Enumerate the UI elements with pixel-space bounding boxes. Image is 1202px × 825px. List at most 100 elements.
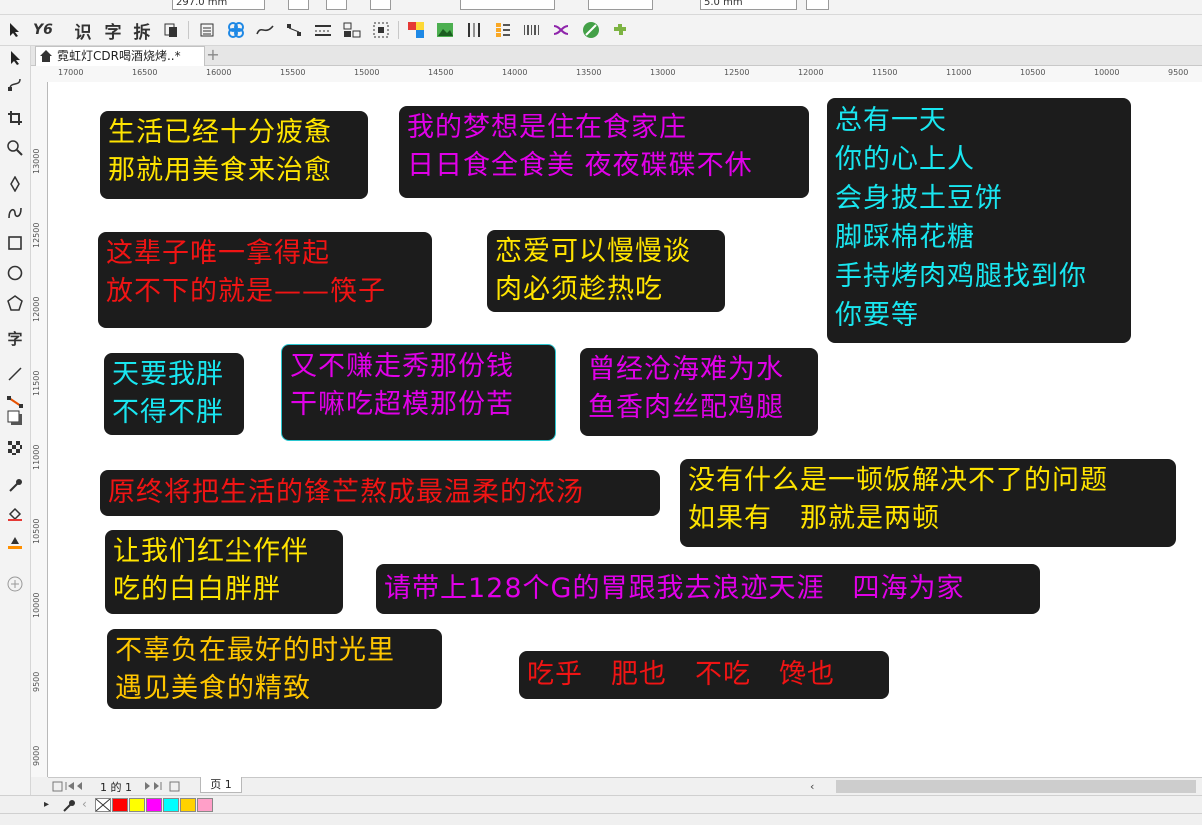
text-line: 干嘛吃超模那份苦 (290, 389, 514, 420)
freehand-tool-icon[interactable] (3, 172, 27, 196)
option-field[interactable] (326, 0, 347, 10)
drop-shadow-tool-icon[interactable] (3, 406, 27, 430)
vertical-ruler[interactable]: 13000 12500 12000 11500 11000 10500 10000 9500 9… (31, 82, 48, 777)
eyedropper-tool-icon[interactable] (3, 474, 27, 498)
leaf-icon[interactable] (580, 19, 602, 41)
pick-tool-icon[interactable] (4, 19, 26, 41)
puzzle-icon[interactable] (609, 19, 631, 41)
color-blocks-icon[interactable] (405, 19, 427, 41)
fill-tool-icon[interactable] (3, 502, 27, 526)
scroll-left-icon[interactable]: ‹ (810, 780, 814, 793)
select-frame-icon[interactable] (370, 19, 392, 41)
color-swatch[interactable] (146, 798, 162, 812)
lines-icon[interactable] (312, 19, 334, 41)
ruler-tick-label: 11500 (32, 370, 41, 396)
crop-tool-icon[interactable] (3, 106, 27, 130)
text-box[interactable]: 不辜负在最好的时光里 遇见美食的精致 (107, 629, 442, 709)
ruler-tick-label: 16000 (206, 68, 232, 77)
text-box[interactable]: 没有什么是一顿饭解决不了的问题 如果有 那就是两顿 (680, 459, 1176, 547)
pick-tool-icon[interactable] (3, 46, 27, 70)
arrange-icon[interactable] (341, 19, 363, 41)
char-button[interactable]: 字 (102, 19, 124, 43)
list-icon[interactable] (196, 19, 218, 41)
text-line: 鱼香肉丝配鸡腿 (588, 392, 784, 423)
horizontal-ruler[interactable]: 17000 16500 16000 15500 15000 14500 14000 13500… (48, 66, 1202, 83)
property-bar: 297.0 mm 5.0 mm (0, 0, 1202, 15)
ruler-tick-label: 14500 (428, 68, 454, 77)
palette-menu-icon[interactable]: ▸ (44, 799, 49, 810)
columns-icon[interactable] (463, 19, 485, 41)
pattern-icon[interactable] (225, 19, 247, 41)
image-icon[interactable] (434, 19, 456, 41)
first-page-icon[interactable] (52, 780, 82, 795)
artistic-media-icon[interactable] (3, 201, 27, 225)
outline-width-field[interactable]: 5.0 mm (700, 0, 797, 10)
width-field[interactable]: 297.0 mm (172, 0, 265, 10)
text-tool-icon[interactable]: 字 (3, 326, 27, 350)
text-box[interactable]: 总有一天 你的心上人 会身披土豆饼 脚踩棉花糖 手持烤肉鸡腿找到你 你要等 (827, 98, 1131, 343)
copy-icon[interactable] (160, 19, 182, 41)
transparency-tool-icon[interactable] (3, 436, 27, 460)
text-box[interactable]: 这辈子唯一拿得起 放不下的就是——筷子 (98, 232, 432, 328)
option-field[interactable] (288, 0, 309, 10)
text-line: 没有什么是一顿饭解决不了的问题 (688, 465, 1108, 496)
curve-icon[interactable] (254, 19, 276, 41)
color-swatch[interactable] (163, 798, 179, 812)
text-box[interactable]: 曾经沧海难为水 鱼香肉丝配鸡腿 (580, 348, 818, 436)
scroll-left-icon[interactable]: ‹ (82, 797, 87, 811)
text-box[interactable]: 恋爱可以慢慢谈 肉必须趁热吃 (487, 230, 725, 312)
text-line: 遇见美食的精致 (115, 673, 311, 704)
text-box[interactable]: 我的梦想是住在食家庄 日日食全食美 夜夜碟碟不休 (399, 106, 809, 198)
add-tab-button[interactable]: + (205, 47, 221, 63)
text-box[interactable]: 生活已经十分疲惫 那就用美食来治愈 (100, 111, 368, 199)
ellipse-tool-icon[interactable] (3, 261, 27, 285)
text-line: 脚踩棉花糖 (835, 222, 975, 253)
option-field[interactable] (806, 0, 829, 10)
ruler-tick-label: 16500 (132, 68, 158, 77)
barcode-icon[interactable] (521, 19, 543, 41)
shape-tool-icon[interactable] (3, 72, 27, 96)
rectangle-tool-icon[interactable] (3, 231, 27, 255)
page-tab[interactable]: 页 1 (200, 777, 242, 793)
document-tab[interactable]: 霓虹灯CDR喝酒烧烤..* (35, 46, 205, 66)
recognize-button[interactable]: 识 (72, 19, 94, 43)
text-box[interactable]: 天要我胖 不得不胖 (104, 353, 244, 435)
color-palette: ▸ ‹ (0, 795, 1202, 814)
scrollbar-thumb[interactable] (836, 780, 1196, 793)
polygon-tool-icon[interactable] (3, 291, 27, 315)
size-field[interactable] (588, 0, 653, 10)
add-tool-icon[interactable] (3, 572, 27, 596)
text-line: 让我们红尘作伴 (113, 536, 309, 567)
ruler-tick-label: 12500 (724, 68, 750, 77)
text-box[interactable]: 请带上128个G的胃跟我去浪迹天涯 四海为家 (376, 564, 1040, 614)
next-page-icon[interactable] (144, 780, 188, 795)
font-field[interactable] (460, 0, 555, 10)
color-swatch[interactable] (129, 798, 145, 812)
option-field[interactable] (370, 0, 391, 10)
list-yellow-icon[interactable] (492, 19, 514, 41)
no-color-swatch[interactable] (95, 798, 111, 812)
text-line: 日日食全食美 夜夜碟碟不休 (407, 150, 753, 181)
split-button[interactable]: 拆 (131, 19, 153, 43)
smart-fill-tool-icon[interactable] (3, 530, 27, 554)
shuffle-icon[interactable] (550, 19, 572, 41)
dimension-tool-icon[interactable] (3, 362, 27, 386)
ruler-corner[interactable] (31, 66, 49, 83)
color-swatch[interactable] (112, 798, 128, 812)
text-line: 吃的白白胖胖 (113, 574, 281, 605)
drawing-canvas[interactable]: 生活已经十分疲惫 那就用美食来治愈 我的梦想是住在食家庄 日日食全食美 夜夜碟碟不休总… (48, 82, 1202, 777)
text-box[interactable]: 原终将把生活的锋芒熬成最温柔的浓汤 (100, 470, 660, 516)
text-line: 如果有 那就是两顿 (688, 503, 940, 534)
text-line: 原终将把生活的锋芒熬成最温柔的浓汤 (108, 477, 584, 508)
horizontal-scrollbar[interactable]: ‹ (808, 777, 1202, 795)
text-box[interactable]: 又不赚走秀那份钱 干嘛吃超模那份苦 (281, 344, 556, 441)
color-swatch[interactable] (180, 798, 196, 812)
color-swatch[interactable] (197, 798, 213, 812)
toolbar: Y6 识 字 拆 (0, 15, 1202, 46)
text-box[interactable]: 让我们红尘作伴 吃的白白胖胖 (105, 530, 343, 614)
ruler-tick-label: 15000 (354, 68, 380, 77)
zoom-tool-icon[interactable] (3, 136, 27, 160)
y6-button[interactable]: Y6 (32, 19, 54, 41)
nodes-icon[interactable] (283, 19, 305, 41)
text-box[interactable]: 吃乎 肥也 不吃 馋也 (519, 651, 889, 699)
